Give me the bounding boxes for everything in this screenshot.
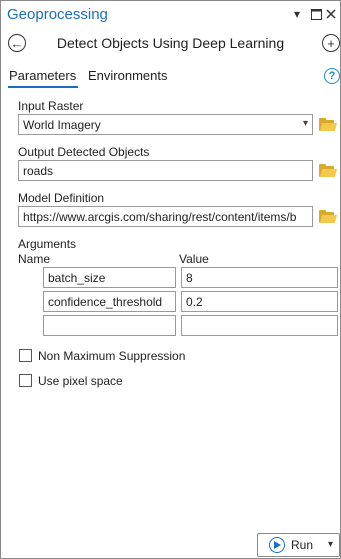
nms-checkbox-label[interactable]: Non Maximum Suppression: [38, 349, 185, 363]
arguments-value-header: Value: [179, 252, 209, 266]
pixel-space-checkbox[interactable]: [19, 374, 32, 387]
run-label: Run: [291, 538, 314, 552]
geoprocessing-pane: Geoprocessing ▾ ← Detect Objects Using D…: [0, 0, 341, 559]
input-raster-label: Input Raster: [18, 99, 84, 113]
tab-parameters[interactable]: Parameters: [9, 68, 76, 83]
chevron-down-icon: ▾: [302, 118, 308, 129]
argument-value-cell[interactable]: [181, 315, 338, 336]
model-definition-label: Model Definition: [18, 191, 105, 205]
play-icon: [269, 537, 285, 553]
argument-value-cell[interactable]: 0.2: [181, 291, 338, 312]
arguments-name-header: Name: [18, 252, 51, 266]
input-raster-dropdown[interactable]: World Imagery ▾: [18, 114, 313, 135]
options-menu-icon[interactable]: ▾: [290, 6, 304, 22]
model-definition-value: https://www.arcgis.com/sharing/rest/cont…: [23, 210, 297, 224]
model-definition-field[interactable]: https://www.arcgis.com/sharing/rest/cont…: [18, 206, 313, 227]
run-button[interactable]: Run ▾: [257, 533, 340, 557]
pixel-space-checkbox-label[interactable]: Use pixel space: [38, 374, 123, 388]
tab-environments[interactable]: Environments: [88, 68, 167, 83]
help-icon[interactable]: ?: [324, 68, 340, 84]
output-objects-value: roads: [23, 164, 54, 178]
nms-checkbox[interactable]: [19, 349, 32, 362]
input-raster-value: World Imagery: [23, 118, 101, 132]
argument-value-cell[interactable]: 8: [181, 267, 338, 288]
argument-name-cell[interactable]: batch_size: [43, 267, 176, 288]
close-icon[interactable]: [324, 6, 338, 22]
argument-name-cell[interactable]: confidence_threshold: [43, 291, 176, 312]
tool-title: Detect Objects Using Deep Learning: [56, 35, 285, 51]
browse-folder-icon[interactable]: [319, 118, 338, 132]
pane-titlebar: Geoprocessing ▾: [1, 1, 340, 29]
browse-folder-icon[interactable]: [319, 210, 338, 224]
output-objects-label: Output Detected Objects: [18, 145, 150, 159]
arguments-label: Arguments: [18, 237, 77, 251]
browse-folder-icon[interactable]: [319, 164, 338, 178]
active-tab-indicator: [8, 86, 78, 88]
argument-name-cell[interactable]: [43, 315, 176, 336]
output-objects-field[interactable]: roads: [18, 160, 313, 181]
plus-icon: +: [327, 35, 335, 51]
chevron-down-icon[interactable]: ▾: [328, 539, 333, 550]
pane-title: Geoprocessing: [7, 6, 108, 23]
add-button[interactable]: +: [322, 34, 340, 52]
maximize-icon[interactable]: [309, 6, 323, 22]
